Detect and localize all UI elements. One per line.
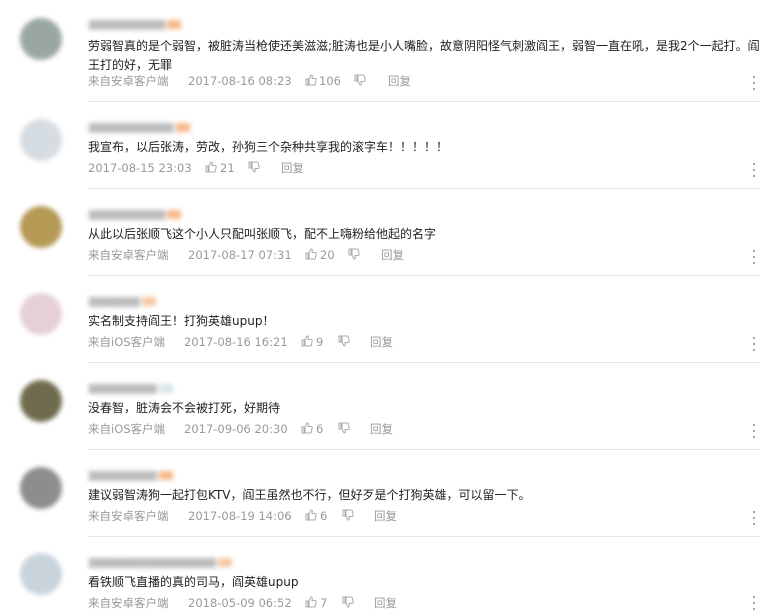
avatar[interactable] <box>20 553 62 595</box>
thumbs-down-icon[interactable] <box>342 596 354 608</box>
like-count: 21 <box>220 161 235 175</box>
thumbs-down-icon[interactable] <box>342 509 354 521</box>
username-blurred[interactable]: ▆▆▆▆▆▆▆▆▆▆ <box>89 121 190 133</box>
username-blurred[interactable]: ▆▆▆▆▆▆▆▆ <box>89 469 173 481</box>
comment-text: 没春智，脏涛会不会被打死，好期待 <box>88 401 281 415</box>
username-blurred[interactable]: ▆▆▆▆▆▆ <box>89 295 156 307</box>
comment-meta: 来自安卓客户端 2017-08-19 14:06 6 回复 <box>88 508 760 524</box>
thumbs-down-icon[interactable] <box>348 248 360 260</box>
comment-text: 建议弱智涛狗一起打包KTV，阎王虽然也不行，但好歹是个打狗英雄，可以留一下。 <box>88 488 531 502</box>
more-vertical-icon[interactable] <box>751 337 757 351</box>
reply-link[interactable]: 回复 <box>374 595 397 611</box>
username-blurred[interactable]: ▆▆▆▆▆▆▆▆▆ <box>89 18 182 30</box>
comment-text: 实名制支持阎王！打狗英雄upup！ <box>88 314 275 328</box>
avatar[interactable] <box>20 18 62 60</box>
reply-link[interactable]: 回复 <box>281 160 304 176</box>
thumbs-down-icon[interactable] <box>354 74 366 86</box>
like-count: 9 <box>316 335 324 349</box>
comment-text: 看铁顺飞直播的真的司马，阎英雄upup <box>88 575 299 589</box>
username-blurred[interactable]: ▆▆▆▆▆▆▆▆▆▆▆▆▆▆▆ <box>89 556 232 568</box>
comment-time: 2017-08-17 07:31 <box>188 248 292 262</box>
comment-time: 2017-08-19 14:06 <box>188 509 292 523</box>
more-vertical-icon[interactable] <box>751 163 757 177</box>
more-vertical-icon[interactable] <box>751 424 757 438</box>
divider <box>88 101 760 102</box>
avatar[interactable] <box>20 206 62 248</box>
like-count: 20 <box>320 248 335 262</box>
comment-text: 从此以后张顺飞这个小人只配叫张顺飞，配不上嗨粉给他起的名字 <box>88 227 437 241</box>
comment-time: 2017-08-16 08:23 <box>188 74 292 88</box>
divider <box>88 536 760 537</box>
avatar[interactable] <box>20 380 62 422</box>
comment-source: 来自iOS客户端 <box>88 422 166 436</box>
reply-link[interactable]: 回复 <box>370 334 393 350</box>
comment-source: 来自安卓客户端 <box>88 509 169 523</box>
reply-link[interactable]: 回复 <box>381 247 404 263</box>
reply-link[interactable]: 回复 <box>370 421 393 437</box>
comment-time: 2018-05-09 06:52 <box>188 596 292 610</box>
thumbs-up-icon[interactable] <box>305 74 317 86</box>
comment-time: 2017-08-16 16:21 <box>184 335 288 349</box>
avatar[interactable] <box>20 293 62 335</box>
divider <box>88 275 760 276</box>
thumbs-up-icon[interactable] <box>305 248 317 260</box>
comment-source: 来自安卓客户端 <box>88 74 169 88</box>
more-vertical-icon[interactable] <box>751 250 757 264</box>
reply-link[interactable]: 回复 <box>374 508 397 524</box>
comment-text: 我宣布，以后张涛，劳改，孙狗三个杂种共享我的滚字车！！！！！ <box>88 140 449 154</box>
divider <box>88 449 760 450</box>
comment-meta: 来自安卓客户端 2018-05-09 06:52 7 回复 <box>88 595 760 611</box>
comment-meta: 来自iOS客户端 2017-08-16 16:21 9 回复 <box>88 334 760 350</box>
like-count: 7 <box>320 596 328 610</box>
comment-meta: 来自安卓客户端 2017-08-17 07:31 20 回复 <box>88 247 760 263</box>
divider <box>88 362 760 363</box>
comment-text: 劳弱智真的是个弱智，被脏涛当枪使还美滋滋;脏涛也是小人嘴脸，故意阴阳怪气刺激阎王… <box>88 39 760 72</box>
like-count: 106 <box>319 74 341 88</box>
more-vertical-icon[interactable] <box>751 76 757 90</box>
thumbs-up-icon[interactable] <box>305 509 317 521</box>
comment-source: 来自iOS客户端 <box>88 335 166 349</box>
username-blurred[interactable]: ▆▆▆▆▆▆▆▆ <box>89 382 173 394</box>
like-count: 6 <box>316 422 324 436</box>
comment-meta: 来自iOS客户端 2017-09-06 20:30 6 回复 <box>88 421 760 437</box>
comment-time: 2017-08-15 23:03 <box>88 161 192 175</box>
divider <box>88 188 760 189</box>
like-count: 6 <box>320 509 328 523</box>
thumbs-down-icon[interactable] <box>338 422 350 434</box>
more-vertical-icon[interactable] <box>751 596 757 610</box>
comment-time: 2017-09-06 20:30 <box>184 422 288 436</box>
thumbs-up-icon[interactable] <box>301 422 313 434</box>
thumbs-up-icon[interactable] <box>305 596 317 608</box>
comment-meta: 2017-08-15 23:03 21 回复 <box>88 160 760 176</box>
avatar[interactable] <box>20 467 62 509</box>
comment-meta: 来自安卓客户端 2017-08-16 08:23 106 回复 <box>88 73 760 89</box>
reply-link[interactable]: 回复 <box>388 73 411 89</box>
thumbs-down-icon[interactable] <box>248 161 260 173</box>
thumbs-down-icon[interactable] <box>338 335 350 347</box>
username-blurred[interactable]: ▆▆▆▆▆▆▆▆▆ <box>89 208 182 220</box>
comment-source: 来自安卓客户端 <box>88 596 169 610</box>
thumbs-up-icon[interactable] <box>301 335 313 347</box>
avatar[interactable] <box>20 119 62 161</box>
more-vertical-icon[interactable] <box>751 511 757 525</box>
comment-source: 来自安卓客户端 <box>88 248 169 262</box>
thumbs-up-icon[interactable] <box>205 161 217 173</box>
